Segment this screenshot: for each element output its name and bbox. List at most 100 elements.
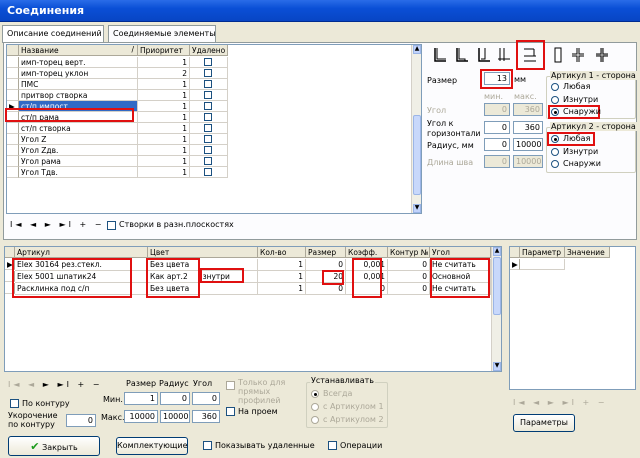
params-button[interactable]: Параметры — [513, 414, 575, 432]
by-contour-checkbox[interactable] — [10, 399, 19, 408]
row-priority-cell[interactable]: 1 — [138, 101, 190, 112]
tab-connected-elements[interactable]: Соединяемые элементы — [108, 25, 216, 43]
tab-connection-description[interactable]: Описание соединений — [2, 25, 104, 43]
col-header-param[interactable]: Параметр — [520, 247, 565, 258]
size-input[interactable]: 13 — [484, 72, 510, 85]
deleted-checkbox[interactable] — [204, 80, 212, 88]
row-priority-cell[interactable]: 1 — [138, 145, 190, 156]
article1-any-radio[interactable] — [551, 83, 559, 91]
row-name-cell[interactable]: ПМС — [19, 79, 138, 90]
col-header-contour[interactable]: Контур № — [388, 247, 430, 258]
horiz-min-input[interactable]: 0 — [484, 121, 510, 134]
vertical-scrollbar[interactable]: ▲ ▼ — [411, 45, 421, 213]
impost-joint-icon[interactable] — [522, 46, 538, 64]
deleted-checkbox[interactable] — [204, 69, 212, 77]
row-priority-cell[interactable]: 1 — [138, 134, 190, 145]
col-header-qty[interactable]: Кол-во — [258, 247, 306, 258]
deleted-checkbox[interactable] — [204, 58, 212, 66]
col-header-coef[interactable]: Коэфф. — [346, 247, 388, 258]
deleted-checkbox[interactable] — [204, 168, 212, 176]
row-name-cell[interactable]: Угол Тдв. — [19, 167, 138, 178]
col-header-priority[interactable]: Приоритет — [138, 45, 190, 56]
install-always-radio[interactable] — [311, 390, 319, 398]
row-name-cell[interactable]: притвор створка — [19, 90, 138, 101]
connections-grid: Название / Приоритет Удалено имп-торец ве… — [6, 44, 422, 214]
on-opening-checkbox[interactable] — [226, 407, 235, 416]
cross-t-joint-icon[interactable] — [570, 46, 586, 64]
deleted-checkbox[interactable] — [204, 91, 212, 99]
row-priority-cell[interactable]: 1 — [138, 79, 190, 90]
col-header-color[interactable]: Цвет — [148, 247, 258, 258]
components-navigator[interactable]: I◄ ◄ ► ►I + − — [8, 380, 102, 389]
qty-cell[interactable]: 1 — [258, 271, 306, 283]
article2-any-radio[interactable] — [551, 135, 559, 143]
row-priority-cell[interactable]: 1 — [138, 112, 190, 123]
row-priority-cell[interactable]: 1 — [138, 156, 190, 167]
row-priority-cell[interactable]: 1 — [138, 90, 190, 101]
cross-joint-icon[interactable] — [496, 46, 512, 64]
deleted-checkbox[interactable] — [204, 146, 212, 154]
row-priority-cell[interactable]: 2 — [138, 68, 190, 79]
close-button[interactable]: ✔ Закрыть — [8, 436, 100, 456]
row-name-cell[interactable]: ст/п створка — [19, 123, 138, 134]
only-straight-checkbox[interactable] — [226, 381, 235, 390]
min-radius-input[interactable]: 0 — [160, 392, 190, 405]
col-header-angle[interactable]: Угол — [430, 247, 491, 258]
cross-x-joint-icon[interactable] — [594, 46, 610, 64]
article2-outside-radio[interactable] — [551, 160, 559, 168]
angle-max-input[interactable]: 360 — [513, 103, 543, 116]
min-angle-input[interactable]: 0 — [192, 392, 220, 405]
install-art1-radio[interactable] — [311, 403, 319, 411]
stvorki-checkbox[interactable] — [107, 221, 116, 230]
col-header-deleted[interactable]: Удалено — [190, 45, 228, 56]
horiz-max-input[interactable]: 360 — [513, 121, 543, 134]
max-radius-input[interactable]: 10000 — [160, 410, 190, 423]
shortening-input[interactable]: 0 — [66, 414, 96, 427]
article1-outside-radio[interactable] — [551, 108, 559, 116]
radius-min-input[interactable]: 0 — [484, 138, 510, 151]
show-deleted-checkbox[interactable] — [203, 441, 212, 450]
row-name-cell[interactable]: Угол рама — [19, 156, 138, 167]
param-cell[interactable] — [520, 259, 565, 270]
params-navigator[interactable]: I◄ ◄ ► ►I + − — [513, 398, 607, 407]
deleted-checkbox[interactable] — [204, 102, 212, 110]
seam-min-input[interactable]: 0 — [484, 155, 510, 168]
vertical-scrollbar[interactable]: ▲ ▼ — [491, 247, 501, 371]
kit-button[interactable]: Комплектующие — [116, 437, 188, 455]
corner-joint-2-icon[interactable] — [454, 46, 470, 64]
col-header-article[interactable]: Артикул — [15, 247, 148, 258]
max-size-input[interactable]: 10000 — [124, 410, 158, 423]
col-header-name[interactable]: Название / — [19, 45, 138, 56]
deleted-checkbox[interactable] — [204, 113, 212, 121]
qty-cell[interactable]: 1 — [258, 283, 306, 295]
qty-cell[interactable]: 1 — [258, 259, 306, 271]
row-priority-cell[interactable]: 1 — [138, 123, 190, 134]
row-name-cell[interactable]: имп-торец верт. — [19, 57, 138, 68]
contour-cell[interactable]: 0 — [388, 271, 430, 283]
seam-max-input[interactable]: 10000 — [513, 155, 543, 168]
min-size-input[interactable]: 1 — [124, 392, 158, 405]
radius-max-input[interactable]: 10000 — [513, 138, 543, 151]
article2-inside-radio[interactable] — [551, 148, 559, 156]
install-art2-radio[interactable] — [311, 416, 319, 424]
deleted-checkbox[interactable] — [204, 157, 212, 165]
max-angle-input[interactable]: 360 — [192, 410, 220, 423]
row-name-cell[interactable]: имп-торец уклон — [19, 68, 138, 79]
top-navigator[interactable]: I◄ ◄ ► ►I + − — [10, 220, 104, 229]
row-priority-cell[interactable]: 1 — [138, 167, 190, 178]
straight-joint-icon[interactable] — [550, 46, 566, 64]
deleted-checkbox[interactable] — [204, 124, 212, 132]
contour-cell[interactable]: 0 — [388, 259, 430, 271]
t-joint-icon[interactable] — [476, 46, 492, 64]
angle-min-input[interactable]: 0 — [484, 103, 510, 116]
article1-inside-radio[interactable] — [551, 96, 559, 104]
row-name-cell[interactable]: Угол Z — [19, 134, 138, 145]
contour-cell[interactable]: 0 — [388, 283, 430, 295]
col-header-size[interactable]: Размер — [306, 247, 346, 258]
corner-joint-icon[interactable] — [432, 46, 448, 64]
operations-checkbox[interactable] — [328, 441, 337, 450]
col-header-value[interactable]: Значение — [565, 247, 610, 258]
row-name-cell[interactable]: Угол Zдв. — [19, 145, 138, 156]
row-priority-cell[interactable]: 1 — [138, 57, 190, 68]
deleted-checkbox[interactable] — [204, 135, 212, 143]
